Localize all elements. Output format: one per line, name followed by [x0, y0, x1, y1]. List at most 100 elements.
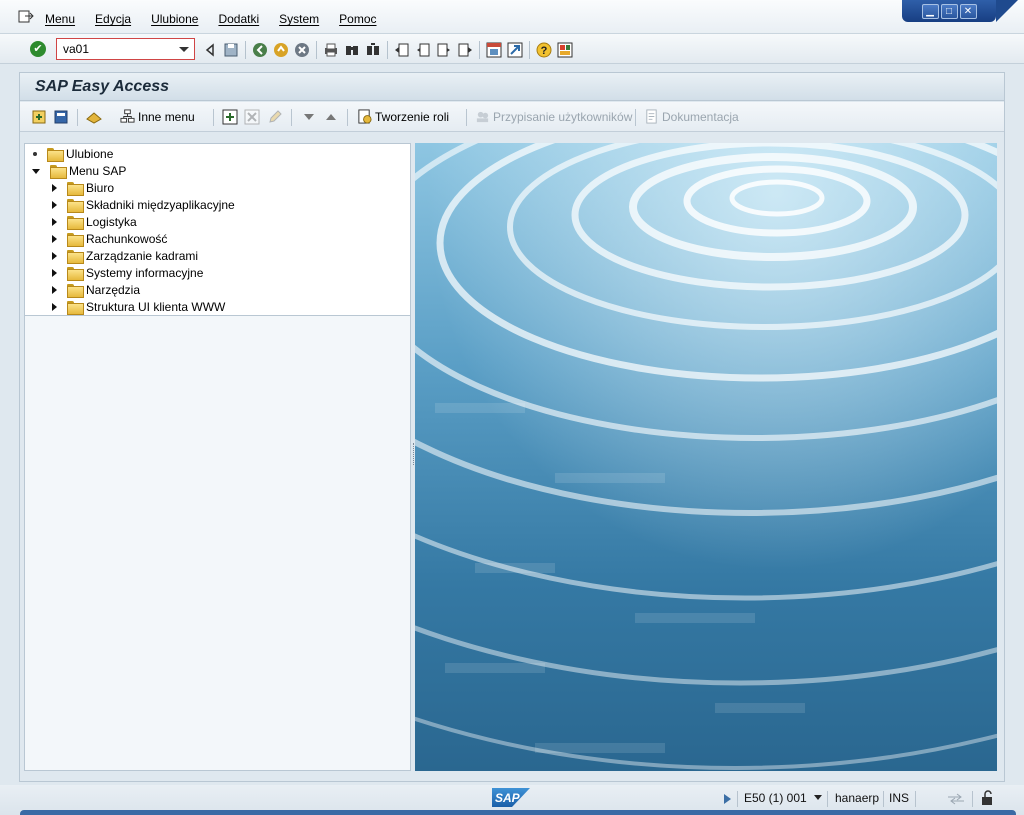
status-separator [737, 791, 738, 807]
toolbar-separator [387, 41, 388, 59]
water-ripple-image [415, 143, 997, 771]
collapse-arrow-icon[interactable] [32, 169, 40, 174]
first-page-icon[interactable] [394, 42, 410, 58]
find-next-icon[interactable] [365, 42, 381, 58]
add-to-favorites-icon[interactable] [222, 109, 238, 125]
menu-item-system[interactable]: System [279, 12, 319, 26]
expand-arrow-icon[interactable] [52, 217, 57, 226]
easy-access-container: SAP Easy Access Inne menu Tworzenie roli… [19, 72, 1005, 782]
connection-icon [948, 793, 964, 805]
close-icon[interactable]: ✕ [959, 3, 977, 19]
find-icon[interactable] [344, 42, 360, 58]
status-separator [827, 791, 828, 807]
tree-node-label: Struktura UI klienta WWW [86, 299, 226, 314]
toolbar-separator [291, 109, 292, 126]
previous-page-icon[interactable] [415, 42, 431, 58]
menu-item-extras[interactable]: Dodatki [218, 12, 259, 26]
tree-node-office[interactable]: Biuro [52, 179, 114, 196]
other-menu-button[interactable]: Inne menu [120, 109, 195, 124]
expand-arrow-icon[interactable] [52, 285, 57, 294]
splash-image [415, 143, 997, 771]
menu-item-edit[interactable]: Edycja [95, 12, 131, 26]
menu-bar: Menu Edycja Ulubione Dodatki System Pomo… [0, 0, 1024, 34]
tree-node-label: Rachunkowość [86, 231, 168, 246]
back-arrow-icon[interactable] [202, 42, 218, 58]
status-expand-icon[interactable] [724, 794, 731, 804]
expand-arrow-icon[interactable] [52, 183, 57, 192]
tree-node-label: Składniki międzyaplikacyjne [86, 197, 235, 212]
assign-users-label: Przypisanie użytkowników [493, 109, 633, 124]
tree-node-sap-menu[interactable]: Menu SAP [32, 162, 126, 179]
menu-item-help[interactable]: Pomoc [339, 12, 376, 26]
folder-icon [67, 198, 84, 213]
title-bar: SAP Easy Access [20, 73, 1004, 101]
system-info: E50 (1) 001 [744, 791, 807, 805]
exit-icon[interactable] [273, 42, 289, 58]
tree-node-web-client-ui[interactable]: Struktura UI klienta WWW [52, 298, 225, 315]
menu-item-menu[interactable]: Menu [45, 12, 75, 26]
page-title: SAP Easy Access [35, 78, 170, 95]
back-icon[interactable] [252, 42, 268, 58]
tree-node-accounting[interactable]: Rachunkowość [52, 230, 167, 247]
last-page-icon[interactable] [457, 42, 473, 58]
folder-icon [67, 300, 84, 315]
documentation-button: Dokumentacja [644, 109, 739, 124]
delete-favorite-icon [244, 109, 260, 125]
move-up-icon[interactable] [323, 109, 339, 125]
assign-users-button: Przypisanie użytkowników [475, 109, 632, 124]
maximize-icon[interactable]: □ [940, 3, 958, 19]
assign-users-icon [476, 111, 489, 123]
command-input[interactable] [57, 39, 175, 59]
system-info-dropdown-icon[interactable] [814, 795, 822, 800]
layout-icon[interactable] [557, 42, 573, 58]
insert-mode[interactable]: INS [889, 791, 909, 805]
expand-arrow-icon[interactable] [52, 302, 57, 311]
tree-node-human-resources[interactable]: Zarządzanie kadrami [52, 247, 198, 264]
move-down-icon[interactable] [301, 109, 317, 125]
status-separator [915, 791, 916, 807]
help-icon[interactable]: ? [536, 42, 552, 58]
user-menu-icon[interactable] [86, 109, 102, 125]
standard-toolbar: ✔ ? [0, 34, 1024, 64]
tree-node-label: Ulubione [66, 146, 114, 161]
save-icon[interactable] [223, 42, 239, 58]
toolbar-separator [77, 109, 78, 126]
favorites-folder-icon[interactable] [53, 109, 69, 125]
enter-icon[interactable]: ✔ [30, 41, 46, 57]
expand-arrow-icon[interactable] [52, 200, 57, 209]
shortcut-icon[interactable] [507, 42, 523, 58]
tree-node-label: Menu SAP [69, 163, 127, 178]
toolbar-separator [466, 109, 467, 126]
tree-node-label: Systemy informacyjne [86, 265, 204, 280]
window-bottom-edge [20, 810, 1016, 815]
tree-node-tools[interactable]: Narzędzia [52, 281, 140, 298]
tree-node-label: Logistyka [86, 214, 137, 229]
tree-node-logistics[interactable]: Logistyka [52, 213, 137, 230]
minimize-icon[interactable]: ▁ [921, 3, 939, 19]
cancel-icon[interactable] [294, 42, 310, 58]
tree-node-label: Biuro [86, 180, 115, 195]
lock-icon[interactable] [980, 790, 996, 806]
next-page-icon[interactable] [436, 42, 452, 58]
hierarchy-icon [120, 109, 135, 123]
bullet-icon [33, 151, 37, 156]
create-role-button[interactable]: Tworzenie roli [357, 109, 449, 124]
sap-logo: SAP [492, 788, 530, 807]
tree-node-label: Zarządzanie kadrami [86, 248, 199, 263]
expand-arrow-icon[interactable] [52, 268, 57, 277]
tree-node-favorites[interactable]: Ulubione [33, 145, 113, 162]
create-session-icon[interactable] [486, 42, 502, 58]
menu-exit-icon[interactable] [18, 10, 34, 24]
tree-node-cross-application[interactable]: Składniki międzyaplikacyjne [52, 196, 235, 213]
tree-content: Ulubione Menu SAP Biuro Składniki między… [25, 144, 410, 316]
tree-node-label: Narzędzia [86, 282, 141, 297]
tree-node-information-systems[interactable]: Systemy informacyjne [52, 264, 203, 281]
toolbar-icons: ? [202, 41, 578, 59]
menu-item-favorites[interactable]: Ulubione [151, 12, 198, 26]
chevron-down-icon[interactable] [179, 47, 189, 52]
print-icon[interactable] [323, 42, 339, 58]
command-field[interactable] [56, 38, 195, 60]
expand-arrow-icon[interactable] [52, 234, 57, 243]
expand-arrow-icon[interactable] [52, 251, 57, 260]
add-favorite-icon[interactable] [31, 109, 47, 125]
